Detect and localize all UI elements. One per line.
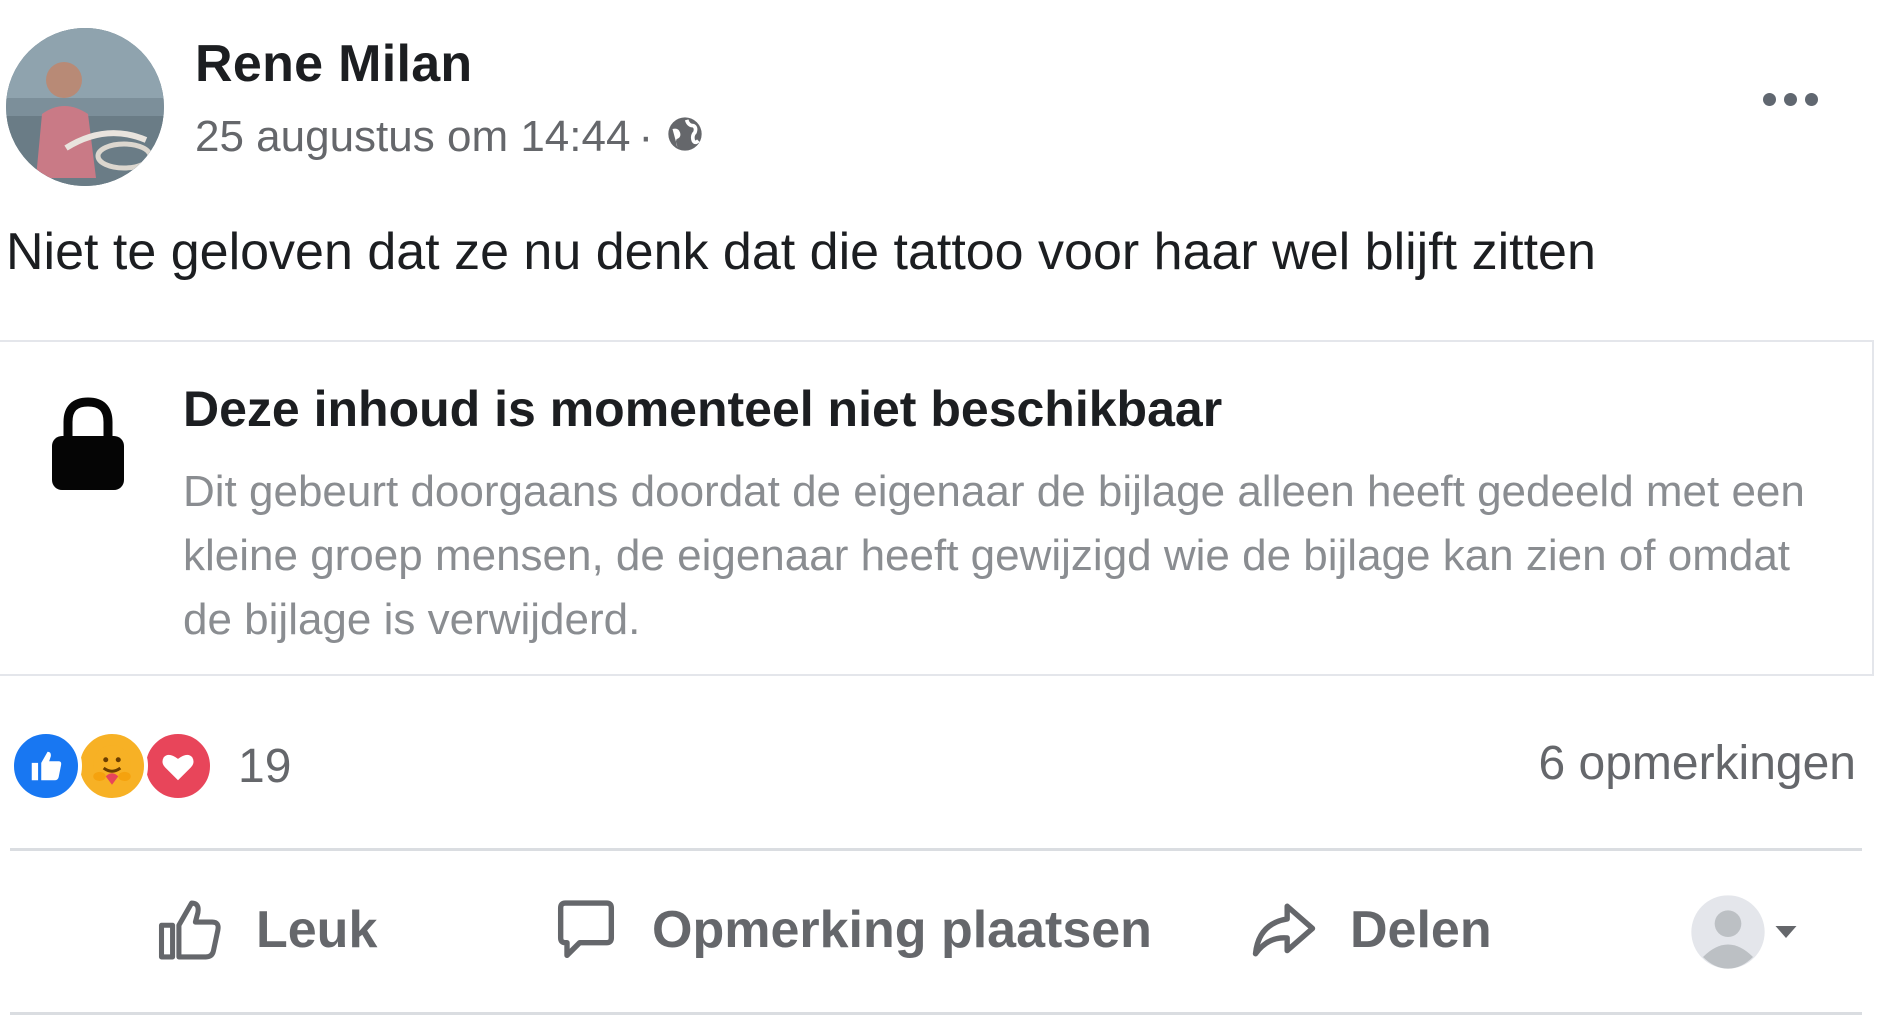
more-dot-icon bbox=[1762, 92, 1776, 106]
reaction-count[interactable]: 19 bbox=[238, 739, 291, 794]
profile-selector[interactable] bbox=[1688, 892, 1804, 972]
post-timestamp[interactable]: 25 augustus om 14:44 bbox=[195, 112, 630, 162]
like-reaction-icon bbox=[10, 730, 82, 802]
more-options-button[interactable] bbox=[1748, 76, 1832, 122]
care-reaction-icon bbox=[76, 730, 148, 802]
attachment-title: Deze inhoud is momenteel niet beschikbaa… bbox=[183, 381, 1223, 437]
divider bbox=[10, 1012, 1862, 1015]
more-dot-icon bbox=[1804, 92, 1818, 106]
share-button[interactable]: Delen bbox=[1246, 880, 1492, 980]
author-name[interactable]: Rene Milan bbox=[195, 34, 473, 94]
post-text: Niet te geloven dat ze nu denk dat die t… bbox=[6, 223, 1596, 281]
facebook-post: Rene Milan 25 augustus om 14:44 · Niet t… bbox=[0, 0, 1886, 1036]
reactions-summary[interactable]: 19 bbox=[10, 730, 291, 802]
post-meta: 25 augustus om 14:44 · bbox=[195, 112, 711, 162]
attachment-description: Dit gebeurt doorgaans doordat de eigenaa… bbox=[183, 467, 1805, 644]
share-arrow-icon bbox=[1252, 903, 1316, 957]
more-dot-icon bbox=[1783, 92, 1797, 106]
divider bbox=[10, 848, 1862, 851]
like-button[interactable]: Leuk bbox=[152, 880, 377, 980]
globe-icon[interactable] bbox=[665, 114, 711, 160]
comment-label: Opmerking plaatsen bbox=[652, 901, 1152, 959]
profile-avatar-icon bbox=[1691, 895, 1765, 969]
meta-separator: · bbox=[638, 112, 654, 161]
love-reaction-icon bbox=[142, 730, 214, 802]
unavailable-attachment: Deze inhoud is momenteel niet beschikbaa… bbox=[0, 340, 1874, 676]
author-avatar[interactable] bbox=[6, 28, 164, 186]
thumbs-up-icon bbox=[158, 900, 221, 960]
like-label: Leuk bbox=[256, 901, 378, 959]
comment-bubble-icon bbox=[557, 900, 615, 959]
post-action-bar: Leuk Opmerking plaatsen Delen bbox=[0, 880, 1886, 980]
comment-button[interactable]: Opmerking plaatsen bbox=[548, 880, 1152, 980]
comments-count-link[interactable]: 6 opmerkingen bbox=[1538, 736, 1856, 791]
chevron-down-icon bbox=[1775, 926, 1797, 938]
lock-icon bbox=[52, 397, 124, 490]
share-label: Delen bbox=[1350, 901, 1492, 959]
